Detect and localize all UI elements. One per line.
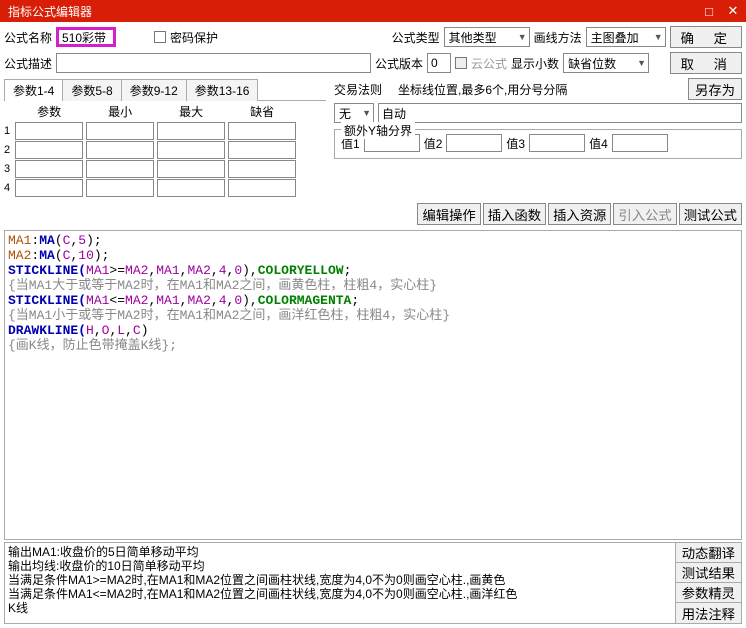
- label-desc: 公式描述: [4, 55, 52, 72]
- param-name-3[interactable]: [15, 160, 83, 178]
- password-checkbox[interactable]: 密码保护: [154, 29, 218, 46]
- ok-button[interactable]: 确 定: [670, 26, 742, 48]
- title-bar: 指标公式编辑器 □ ✕: [0, 0, 746, 22]
- param-max-2[interactable]: [157, 141, 225, 159]
- test-button[interactable]: 测试公式: [679, 203, 742, 225]
- label-name: 公式名称: [4, 29, 52, 46]
- formula-desc-input[interactable]: [56, 53, 371, 73]
- insert-fn-button[interactable]: 插入函数: [483, 203, 546, 225]
- label-draw: 画线方法: [534, 29, 582, 46]
- param-tabs: 参数1-4 参数5-8 参数9-12 参数13-16: [4, 78, 326, 101]
- param-hdr: 最大: [157, 103, 225, 122]
- draw-method-select[interactable]: 主图叠加▼: [586, 27, 666, 47]
- decimal-select[interactable]: 缺省位数▼: [563, 53, 649, 73]
- param-def-4[interactable]: [228, 179, 296, 197]
- param-min-2[interactable]: [86, 141, 154, 159]
- label-type: 公式类型: [392, 29, 440, 46]
- dyntrans-button[interactable]: 动态翻译: [676, 543, 741, 563]
- testres-button[interactable]: 测试结果: [676, 563, 741, 583]
- param-def-2[interactable]: [228, 141, 296, 159]
- saveas-button[interactable]: 另存为: [688, 78, 742, 100]
- chevron-down-icon: ▼: [654, 32, 663, 42]
- coord-input[interactable]: [378, 103, 742, 123]
- maximize-icon[interactable]: □: [700, 3, 718, 19]
- param-hdr: 最小: [86, 103, 154, 122]
- label-dec: 显示小数: [511, 55, 559, 72]
- chevron-down-icon: ▼: [518, 32, 527, 42]
- rule-select[interactable]: 无▼: [334, 103, 374, 123]
- code-editor[interactable]: MA1:MA(C,5); MA2:MA(C,10); STICKLINE(MA1…: [4, 230, 742, 540]
- param-max-3[interactable]: [157, 160, 225, 178]
- param-hdr: 缺省: [228, 103, 296, 122]
- param-max-4[interactable]: [157, 179, 225, 197]
- output-panel: 输出MA1:收盘价的5日简单移动平均 输出均线:收盘价的10日简单移动平均 当满…: [5, 543, 675, 623]
- param-name-2[interactable]: [15, 141, 83, 159]
- param-min-4[interactable]: [86, 179, 154, 197]
- tab-params-5-8[interactable]: 参数5-8: [62, 79, 121, 101]
- extra-y-fieldset: 额外Y轴分界 值1 值2 值3 值4: [334, 129, 742, 159]
- cloud-checkbox: 云公式: [455, 55, 507, 72]
- tab-params-9-12[interactable]: 参数9-12: [121, 79, 187, 101]
- version-input[interactable]: [427, 53, 451, 73]
- cancel-button[interactable]: 取 消: [670, 52, 742, 74]
- import-button[interactable]: 引入公式: [613, 203, 676, 225]
- label-coord: 坐标线位置,最多6个,用分号分隔: [398, 81, 567, 98]
- val4-input[interactable]: [612, 134, 668, 152]
- param-def-3[interactable]: [228, 160, 296, 178]
- param-hdr: 参数: [15, 103, 83, 122]
- param-name-4[interactable]: [15, 179, 83, 197]
- insert-res-button[interactable]: 插入资源: [548, 203, 611, 225]
- formula-type-select[interactable]: 其他类型▼: [444, 27, 530, 47]
- param-def-1[interactable]: [228, 122, 296, 140]
- window-title: 指标公式编辑器: [4, 3, 92, 20]
- param-max-1[interactable]: [157, 122, 225, 140]
- paramwizard-button[interactable]: 参数精灵: [676, 583, 741, 603]
- param-min-1[interactable]: [86, 122, 154, 140]
- usage-button[interactable]: 用法注释: [676, 603, 741, 623]
- chevron-down-icon: ▼: [637, 58, 646, 68]
- val3-input[interactable]: [529, 134, 585, 152]
- formula-name-input[interactable]: [56, 27, 116, 47]
- close-icon[interactable]: ✕: [724, 3, 742, 19]
- label-ver: 公式版本: [375, 55, 423, 72]
- chevron-down-icon: ▼: [362, 108, 371, 118]
- edit-button[interactable]: 编辑操作: [417, 203, 480, 225]
- label-rule: 交易法则: [334, 81, 382, 98]
- param-min-3[interactable]: [86, 160, 154, 178]
- tab-params-13-16[interactable]: 参数13-16: [186, 79, 259, 101]
- val2-input[interactable]: [446, 134, 502, 152]
- param-name-1[interactable]: [15, 122, 83, 140]
- tab-params-1-4[interactable]: 参数1-4: [4, 79, 63, 101]
